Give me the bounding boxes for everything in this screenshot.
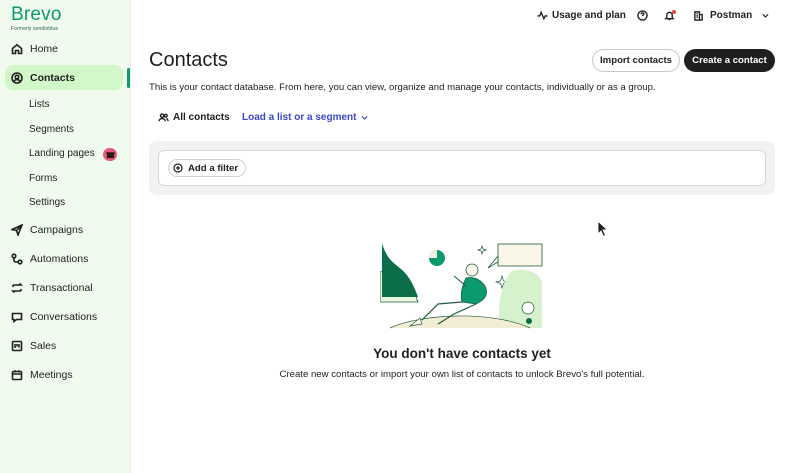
sidebar-subitem-forms[interactable]: Forms <box>29 171 57 187</box>
load-list-or-segment-dropdown[interactable]: Load a list or a segment <box>242 112 369 123</box>
sidebar-item-conversations[interactable]: Conversations <box>5 304 123 329</box>
sidebar-item-campaigns[interactable]: Campaigns <box>5 217 123 242</box>
repeat-icon <box>11 282 23 294</box>
activity-icon <box>537 10 548 21</box>
automation-icon <box>11 252 23 265</box>
sidebar: Brevo Formerly sendinblue Home Contacts … <box>0 0 131 473</box>
building-icon <box>694 11 703 21</box>
sidebar-item-label: Transactional <box>30 281 93 294</box>
help-button[interactable] <box>637 10 648 21</box>
sidebar-subitem-landing-pages[interactable]: Landing pages <box>29 146 95 162</box>
plus-circle-icon <box>173 163 183 173</box>
import-contacts-button[interactable]: Import contacts <box>592 49 680 72</box>
sidebar-item-label: Contacts <box>30 71 75 84</box>
sidebar-item-transactional[interactable]: Transactional <box>5 275 123 300</box>
filter-bar: Add a filter <box>158 150 766 186</box>
sidebar-item-label: Automations <box>30 252 89 265</box>
account-menu[interactable]: Postman <box>693 10 770 21</box>
active-indicator <box>127 68 130 88</box>
tab-all-contacts[interactable]: All contacts <box>158 112 230 123</box>
user-circle-icon <box>11 71 23 84</box>
kanban-icon <box>11 340 23 352</box>
sidebar-item-label: Meetings <box>30 368 73 381</box>
chevron-down-icon <box>361 115 369 120</box>
add-filter-button[interactable]: Add a filter <box>168 159 247 177</box>
page-title: Contacts <box>149 49 228 71</box>
sidebar-item-sales[interactable]: Sales <box>5 333 123 358</box>
sidebar-item-label: Sales <box>30 339 57 352</box>
sidebar-item-label: Conversations <box>30 310 98 323</box>
usage-and-plan-link[interactable]: Usage and plan <box>537 10 626 21</box>
notification-dot <box>672 10 676 14</box>
sidebar-item-label: Home <box>30 42 59 55</box>
create-contact-button[interactable]: Create a contact <box>684 49 775 72</box>
gift-icon <box>103 148 117 161</box>
sidebar-subitem-segments[interactable]: Segments <box>29 122 74 138</box>
load-list-label: Load a list or a segment <box>242 112 357 123</box>
add-filter-label: Add a filter <box>188 162 239 174</box>
filter-panel: Add a filter <box>149 141 775 195</box>
account-name: Postman <box>710 10 753 21</box>
sidebar-subitem-lists[interactable]: Lists <box>29 97 50 113</box>
sidebar-subitem-settings[interactable]: Settings <box>29 195 65 211</box>
chevron-down-icon <box>762 13 769 18</box>
sidebar-item-contacts[interactable]: Contacts <box>5 65 123 90</box>
users-icon <box>158 113 169 122</box>
tab-all-contacts-label: All contacts <box>173 112 230 123</box>
brand-logo[interactable]: Brevo Formerly sendinblue <box>11 4 62 33</box>
empty-state-description: Create new contacts or import your own l… <box>279 369 645 380</box>
page-description: This is your contact database. From here… <box>149 82 656 93</box>
sidebar-item-label: Campaigns <box>30 223 84 236</box>
brand-subtitle: Formerly sendinblue <box>11 26 59 32</box>
help-icon <box>637 10 648 21</box>
sidebar-item-home[interactable]: Home <box>5 36 123 61</box>
send-icon <box>11 223 23 236</box>
chat-icon <box>11 311 23 323</box>
mouse-cursor-icon <box>597 220 609 238</box>
empty-state-title: You don't have contacts yet <box>373 346 551 361</box>
usage-label: Usage and plan <box>552 10 626 21</box>
home-icon <box>11 43 23 55</box>
calendar-icon <box>11 369 23 381</box>
brand-name: Brevo <box>11 4 62 25</box>
sidebar-item-meetings[interactable]: Meetings <box>5 362 123 387</box>
sidebar-item-automations[interactable]: Automations <box>5 246 123 271</box>
empty-state-illustration <box>380 243 543 329</box>
